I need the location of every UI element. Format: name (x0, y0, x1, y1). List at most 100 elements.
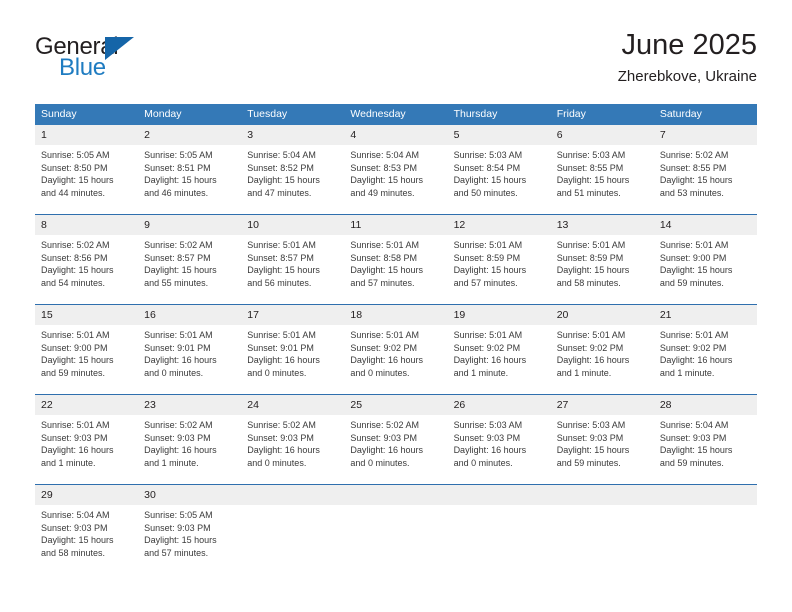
daylight-text-line2: and 0 minutes. (350, 457, 410, 468)
calendar-header-row: Sunday Monday Tuesday Wednesday Thursday… (35, 104, 757, 125)
day-details: Sunrise: 5:01 AM Sunset: 9:02 PM Daylight:… (344, 325, 447, 379)
calendar-day-cell[interactable]: 26 Sunrise: 5:03 AM Sunset: 9:03 PM Dayligh… (447, 394, 551, 485)
calendar-day-cell[interactable]: 11 Sunrise: 5:01 AM Sunset: 8:58 PM Dayligh… (344, 214, 448, 305)
day-details: Sunrise: 5:05 AM Sunset: 8:51 PM Daylight:… (138, 145, 241, 199)
day-number: 14 (653, 215, 757, 235)
day-number: 27 (550, 395, 654, 415)
calendar-day-cell[interactable]: 17 Sunrise: 5:01 AM Sunset: 9:01 PM Dayligh… (241, 304, 345, 395)
general-blue-logo[interactable]: General Blue (35, 33, 235, 85)
daylight-text-line1: Daylight: 16 hours (453, 355, 527, 366)
daylight-text-line1: Daylight: 16 hours (350, 445, 423, 456)
calendar-day-cell[interactable]: 25 Sunrise: 5:02 AM Sunset: 9:03 PM Dayligh… (344, 394, 448, 485)
sunrise-text: Sunrise: 5:05 AM (144, 150, 213, 160)
calendar-day-cell[interactable]: 30 Sunrise: 5:05 AM Sunset: 9:03 PM Dayligh… (138, 484, 242, 574)
daylight-text-line2: and 55 minutes. (144, 277, 209, 288)
calendar-table: Sunday Monday Tuesday Wednesday Thursday… (35, 104, 757, 574)
day-number: 7 (653, 125, 757, 145)
sunset-text: Sunset: 8:55 PM (556, 162, 624, 173)
day-number: 19 (447, 305, 551, 325)
calendar-day-cell[interactable]: 20 Sunrise: 5:01 AM Sunset: 9:02 PM Dayligh… (550, 304, 654, 395)
sunrise-text: Sunrise: 5:01 AM (247, 330, 316, 340)
sunrise-text: Sunrise: 5:01 AM (41, 330, 110, 340)
day-details: Sunrise: 5:01 AM Sunset: 9:00 PM Daylight:… (35, 325, 138, 379)
daylight-text-line1: Daylight: 15 hours (41, 175, 114, 186)
calendar-day-cell[interactable] (447, 484, 551, 574)
calendar-day-cell[interactable]: 1 Sunrise: 5:05 AM Sunset: 8:50 PM Daylight… (35, 125, 139, 215)
calendar-day-cell[interactable]: 28 Sunrise: 5:04 AM Sunset: 9:03 PM Dayligh… (653, 394, 757, 485)
calendar-page: General Blue June 2025 Zherebkove, Ukrai… (0, 0, 792, 612)
sunset-text: Sunset: 9:03 PM (350, 432, 417, 443)
day-details: Sunrise: 5:04 AM Sunset: 8:52 PM Daylight:… (241, 145, 344, 199)
daylight-text-line1: Daylight: 15 hours (350, 175, 423, 186)
daylight-text-line2: and 46 minutes. (144, 187, 209, 198)
daylight-text-line2: and 44 minutes. (41, 187, 106, 198)
day-details: Sunrise: 5:01 AM Sunset: 9:02 PM Daylight:… (448, 325, 551, 379)
day-details: Sunrise: 5:01 AM Sunset: 9:01 PM Daylight:… (241, 325, 344, 379)
calendar-day-cell[interactable]: 3 Sunrise: 5:04 AM Sunset: 8:52 PM Daylight… (241, 125, 345, 215)
calendar-day-cell[interactable]: 6 Sunrise: 5:03 AM Sunset: 8:55 PM Daylight… (550, 125, 654, 215)
sunrise-text: Sunrise: 5:01 AM (659, 330, 729, 340)
day-details: Sunrise: 5:02 AM Sunset: 8:55 PM Daylight:… (654, 145, 757, 199)
calendar-day-cell[interactable]: 24 Sunrise: 5:02 AM Sunset: 9:03 PM Dayligh… (241, 394, 345, 485)
daylight-text-line1: Daylight: 16 hours (144, 445, 217, 456)
calendar-day-cell[interactable] (550, 484, 654, 574)
sunrise-text: Sunrise: 5:04 AM (659, 420, 729, 430)
calendar-day-cell[interactable]: 4 Sunrise: 5:04 AM Sunset: 8:53 PM Daylight… (344, 125, 448, 215)
day-number (550, 485, 654, 505)
calendar-day-cell[interactable]: 10 Sunrise: 5:01 AM Sunset: 8:57 PM Dayligh… (241, 214, 345, 305)
day-details: Sunrise: 5:01 AM Sunset: 8:59 PM Daylight:… (448, 235, 551, 289)
daylight-text-line2: and 47 minutes. (247, 187, 312, 198)
calendar-day-cell[interactable]: 16 Sunrise: 5:01 AM Sunset: 9:01 PM Dayligh… (138, 304, 242, 395)
daylight-text-line1: Daylight: 15 hours (144, 175, 217, 186)
calendar-day-cell[interactable]: 15 Sunrise: 5:01 AM Sunset: 9:00 PM Dayligh… (35, 304, 139, 395)
day-details: Sunrise: 5:04 AM Sunset: 9:03 PM Daylight:… (35, 505, 138, 559)
calendar-day-cell[interactable]: 8 Sunrise: 5:02 AM Sunset: 8:56 PM Daylight… (35, 214, 139, 305)
weekday-header-wednesday: Wednesday (344, 104, 448, 125)
calendar-day-cell[interactable]: 21 Sunrise: 5:01 AM Sunset: 9:02 PM Dayligh… (653, 304, 757, 395)
day-details: Sunrise: 5:01 AM Sunset: 9:03 PM Daylight:… (35, 415, 138, 469)
day-number: 6 (550, 125, 654, 145)
day-number: 25 (344, 395, 448, 415)
day-details: Sunrise: 5:03 AM Sunset: 9:03 PM Daylight:… (448, 415, 551, 469)
calendar-day-cell[interactable]: 13 Sunrise: 5:01 AM Sunset: 8:59 PM Dayligh… (550, 214, 654, 305)
daylight-text-line1: Daylight: 16 hours (453, 445, 527, 456)
calendar-day-cell[interactable] (344, 484, 448, 574)
sunrise-text: Sunrise: 5:05 AM (41, 150, 110, 160)
daylight-text-line1: Daylight: 16 hours (247, 445, 320, 456)
day-details: Sunrise: 5:03 AM Sunset: 9:03 PM Daylight:… (551, 415, 654, 469)
calendar-day-cell[interactable]: 12 Sunrise: 5:01 AM Sunset: 8:59 PM Dayligh… (447, 214, 551, 305)
sunrise-text: Sunrise: 5:02 AM (659, 150, 729, 160)
calendar-day-cell[interactable] (241, 484, 345, 574)
calendar-day-cell[interactable]: 27 Sunrise: 5:03 AM Sunset: 9:03 PM Dayligh… (550, 394, 654, 485)
location-subtitle: Zherebkove, Ukraine (617, 68, 757, 85)
day-details: Sunrise: 5:01 AM Sunset: 9:02 PM Daylight:… (654, 325, 757, 379)
calendar-day-cell[interactable]: 14 Sunrise: 5:01 AM Sunset: 9:00 PM Dayligh… (653, 214, 757, 305)
page-header: General Blue June 2025 Zherebkove, Ukrai… (0, 0, 792, 104)
daylight-text-line1: Daylight: 16 hours (41, 445, 114, 456)
daylight-text-line1: Daylight: 15 hours (659, 265, 733, 276)
daylight-text-line1: Daylight: 16 hours (659, 355, 733, 366)
calendar-day-cell[interactable]: 23 Sunrise: 5:02 AM Sunset: 9:03 PM Dayligh… (138, 394, 242, 485)
calendar-day-cell[interactable]: 5 Sunrise: 5:03 AM Sunset: 8:54 PM Daylight… (447, 125, 551, 215)
daylight-text-line2: and 59 minutes. (41, 367, 106, 378)
sunset-text: Sunset: 8:50 PM (41, 162, 108, 173)
sunset-text: Sunset: 9:03 PM (453, 432, 521, 443)
sunset-text: Sunset: 9:02 PM (659, 342, 727, 353)
calendar-day-cell[interactable]: 19 Sunrise: 5:01 AM Sunset: 9:02 PM Dayligh… (447, 304, 551, 395)
calendar-day-cell[interactable] (653, 484, 757, 574)
calendar-day-cell[interactable]: 7 Sunrise: 5:02 AM Sunset: 8:55 PM Daylight… (653, 125, 757, 215)
day-details: Sunrise: 5:02 AM Sunset: 9:03 PM Daylight:… (138, 415, 241, 469)
daylight-text-line2: and 51 minutes. (556, 187, 621, 198)
daylight-text-line2: and 0 minutes. (350, 367, 410, 378)
daylight-text-line2: and 57 minutes. (453, 277, 518, 288)
calendar-day-cell[interactable]: 9 Sunrise: 5:02 AM Sunset: 8:57 PM Daylight… (138, 214, 242, 305)
day-details: Sunrise: 5:05 AM Sunset: 8:50 PM Daylight:… (35, 145, 138, 199)
calendar-day-cell[interactable]: 22 Sunrise: 5:01 AM Sunset: 9:03 PM Dayligh… (35, 394, 139, 485)
calendar-day-cell[interactable]: 29 Sunrise: 5:04 AM Sunset: 9:03 PM Dayligh… (35, 484, 139, 574)
calendar-day-cell[interactable]: 18 Sunrise: 5:01 AM Sunset: 9:02 PM Dayligh… (344, 304, 448, 395)
calendar-day-cell[interactable]: 2 Sunrise: 5:05 AM Sunset: 8:51 PM Daylight… (138, 125, 242, 215)
sunset-text: Sunset: 9:01 PM (144, 342, 211, 353)
sunset-text: Sunset: 9:03 PM (144, 432, 211, 443)
daylight-text-line1: Daylight: 15 hours (144, 265, 217, 276)
daylight-text-line2: and 1 minute. (144, 457, 199, 468)
